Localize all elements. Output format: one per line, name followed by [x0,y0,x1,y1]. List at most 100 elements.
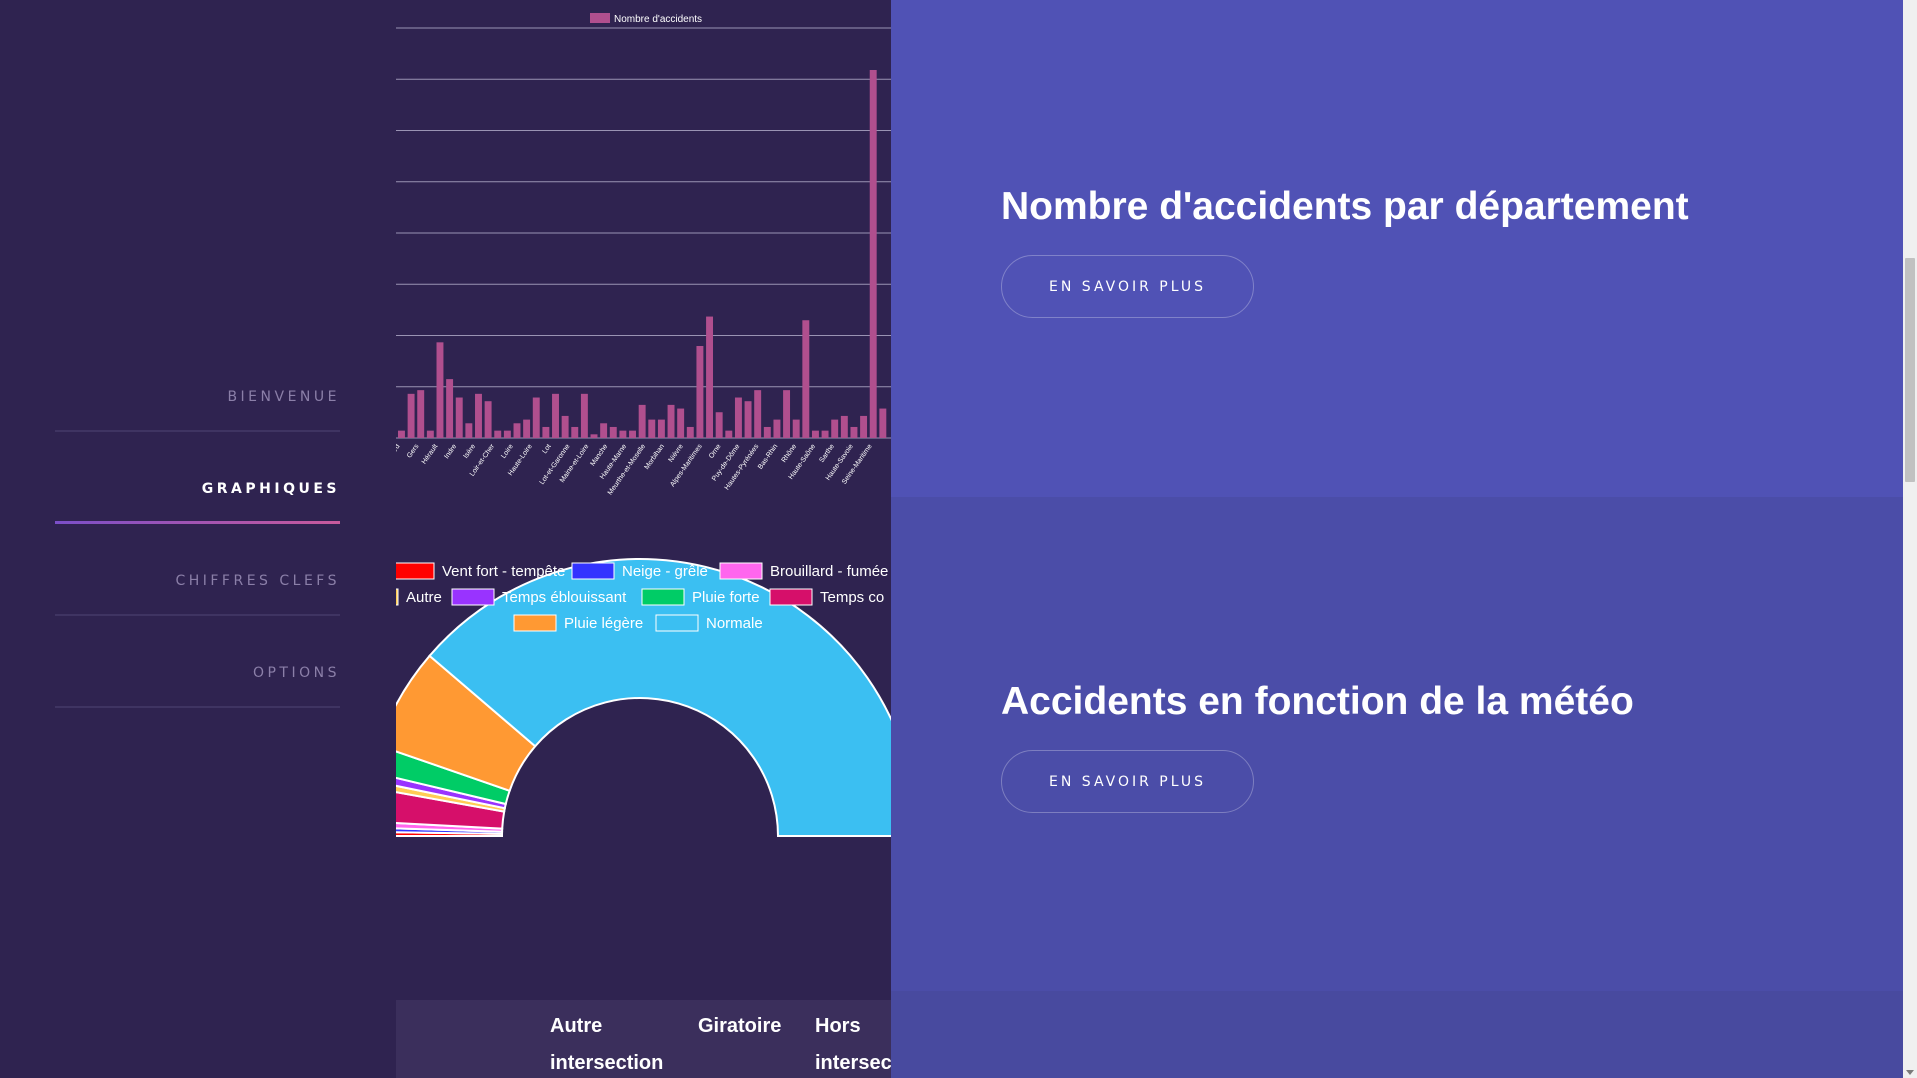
legend-swatch [451,588,495,606]
legend-swatch [719,562,763,580]
bar [503,430,511,438]
x-tick-label: Manche [589,443,609,468]
bar [860,415,868,438]
legend-label: Nombre d'accidents [614,14,702,25]
nav-label: CHIFFRES CLEFS [175,573,340,589]
x-tick-label: Hautes-Pyrénées [724,443,761,492]
legend-label: Temps éblouissant [502,589,627,606]
bar [426,430,434,438]
legend-swatch [513,614,557,632]
bar [465,423,473,438]
bar [648,419,656,438]
bar [484,401,492,438]
scroll-down-arrow-icon[interactable] [1906,1070,1914,1075]
x-tick-label: Hérault [421,443,440,466]
bar [657,419,665,438]
legend-label: Pluie forte [692,589,760,606]
bar [590,434,598,438]
x-tick-label: Orne [708,443,723,460]
bar [417,390,425,438]
panel-accidents-departement: Nombre d'accidents par département EN SA… [891,0,1903,497]
nav-item-options[interactable]: OPTIONS [55,616,340,708]
x-tick-label: Bas-Rhin [757,443,779,471]
legend-label: Neige - grêle [622,563,708,580]
bar [879,408,887,438]
bar [398,430,405,438]
nav-label: OPTIONS [252,665,340,681]
legend-label: Vent fort - tempête [442,563,565,580]
bar [513,423,521,438]
table-header-autre-intersection: Autre intersection [550,1015,664,1074]
bar [609,426,617,438]
nav-item-chiffres-clefs[interactable]: CHIFFRES CLEFS [55,524,340,616]
bar [494,430,502,438]
nav-item-bienvenue[interactable]: BIENVENUE [55,340,340,432]
bar [561,415,569,438]
nav-label: GRAPHIQUES [201,481,340,497]
bar [706,316,714,438]
legend-label: Normale [706,615,763,632]
bar [725,430,733,438]
legend-label: Temps co [820,589,884,606]
bar [580,393,588,438]
nav-divider [55,706,340,708]
bar [523,419,531,438]
scrollbar-thumb[interactable] [1905,258,1915,482]
table-header-hors-intersection: Hors intersection [815,1015,891,1074]
legend-swatch [396,588,399,606]
bar [686,426,694,438]
bar [792,419,800,438]
legend-label: Pluie légère [564,615,643,632]
bar [475,393,482,438]
bar [734,397,742,438]
x-tick-label: Gard [396,443,402,460]
bar [600,423,608,438]
legend-swatch [769,588,813,606]
panel-title: Accidents en fonction de la météo [1001,680,1634,723]
bar [763,426,771,438]
bar [436,342,444,438]
bar [446,379,454,438]
legend-swatch [655,614,699,632]
table-header-giratoire: Giratoire [698,1015,782,1037]
bar [552,393,559,438]
panel-next [891,991,1903,1078]
x-tick-label: Nièvre [668,443,685,464]
bar [455,397,463,438]
legend-swatch [641,588,685,606]
charts-column: Nombre d'accidents Gard Gers Hérault Indre Is… [396,0,891,1078]
en-savoir-plus-button[interactable]: EN SAVOIR PLUS [1001,750,1254,813]
nav-item-graphiques[interactable]: GRAPHIQUES [55,432,340,524]
x-tick-label: Sarthe [818,443,836,464]
scrollbar[interactable] [1903,0,1917,1078]
bar [850,426,858,438]
bar [840,415,848,438]
bar [667,404,675,438]
bar [638,404,646,438]
en-savoir-plus-button[interactable]: EN SAVOIR PLUS [1001,255,1254,318]
bar [802,320,810,438]
x-tick-label: Gers [406,443,421,460]
bar [754,390,762,438]
bar [629,430,636,438]
bar [811,430,819,438]
bar [696,346,704,438]
x-tick-label: Rhône [781,443,799,464]
panel-accidents-meteo: Accidents en fonction de la météo EN SAV… [891,497,1903,991]
bar [619,430,627,438]
bar [407,393,415,438]
bar [869,70,877,438]
sidebar: BIENVENUE GRAPHIQUES CHIFFRES CLEFS OPTI… [0,0,396,1078]
x-tick-label: Indre [443,443,458,460]
weather-doughnut-chart: Vent fort - tempête Neige - grêle Brouilla… [396,558,891,837]
panel-title: Nombre d'accidents par département [1001,185,1689,228]
bar [744,401,752,438]
nav-label: BIENVENUE [227,389,340,405]
x-tick-label: Lot [541,443,552,455]
bar-chart: Nombre d'accidents Gard Gers Hérault Indre Is… [396,13,891,497]
bar [571,426,579,438]
bar [532,397,540,438]
bar [783,390,791,438]
legend-label: Autre [406,589,442,606]
x-tick-label: Isère [463,443,478,460]
